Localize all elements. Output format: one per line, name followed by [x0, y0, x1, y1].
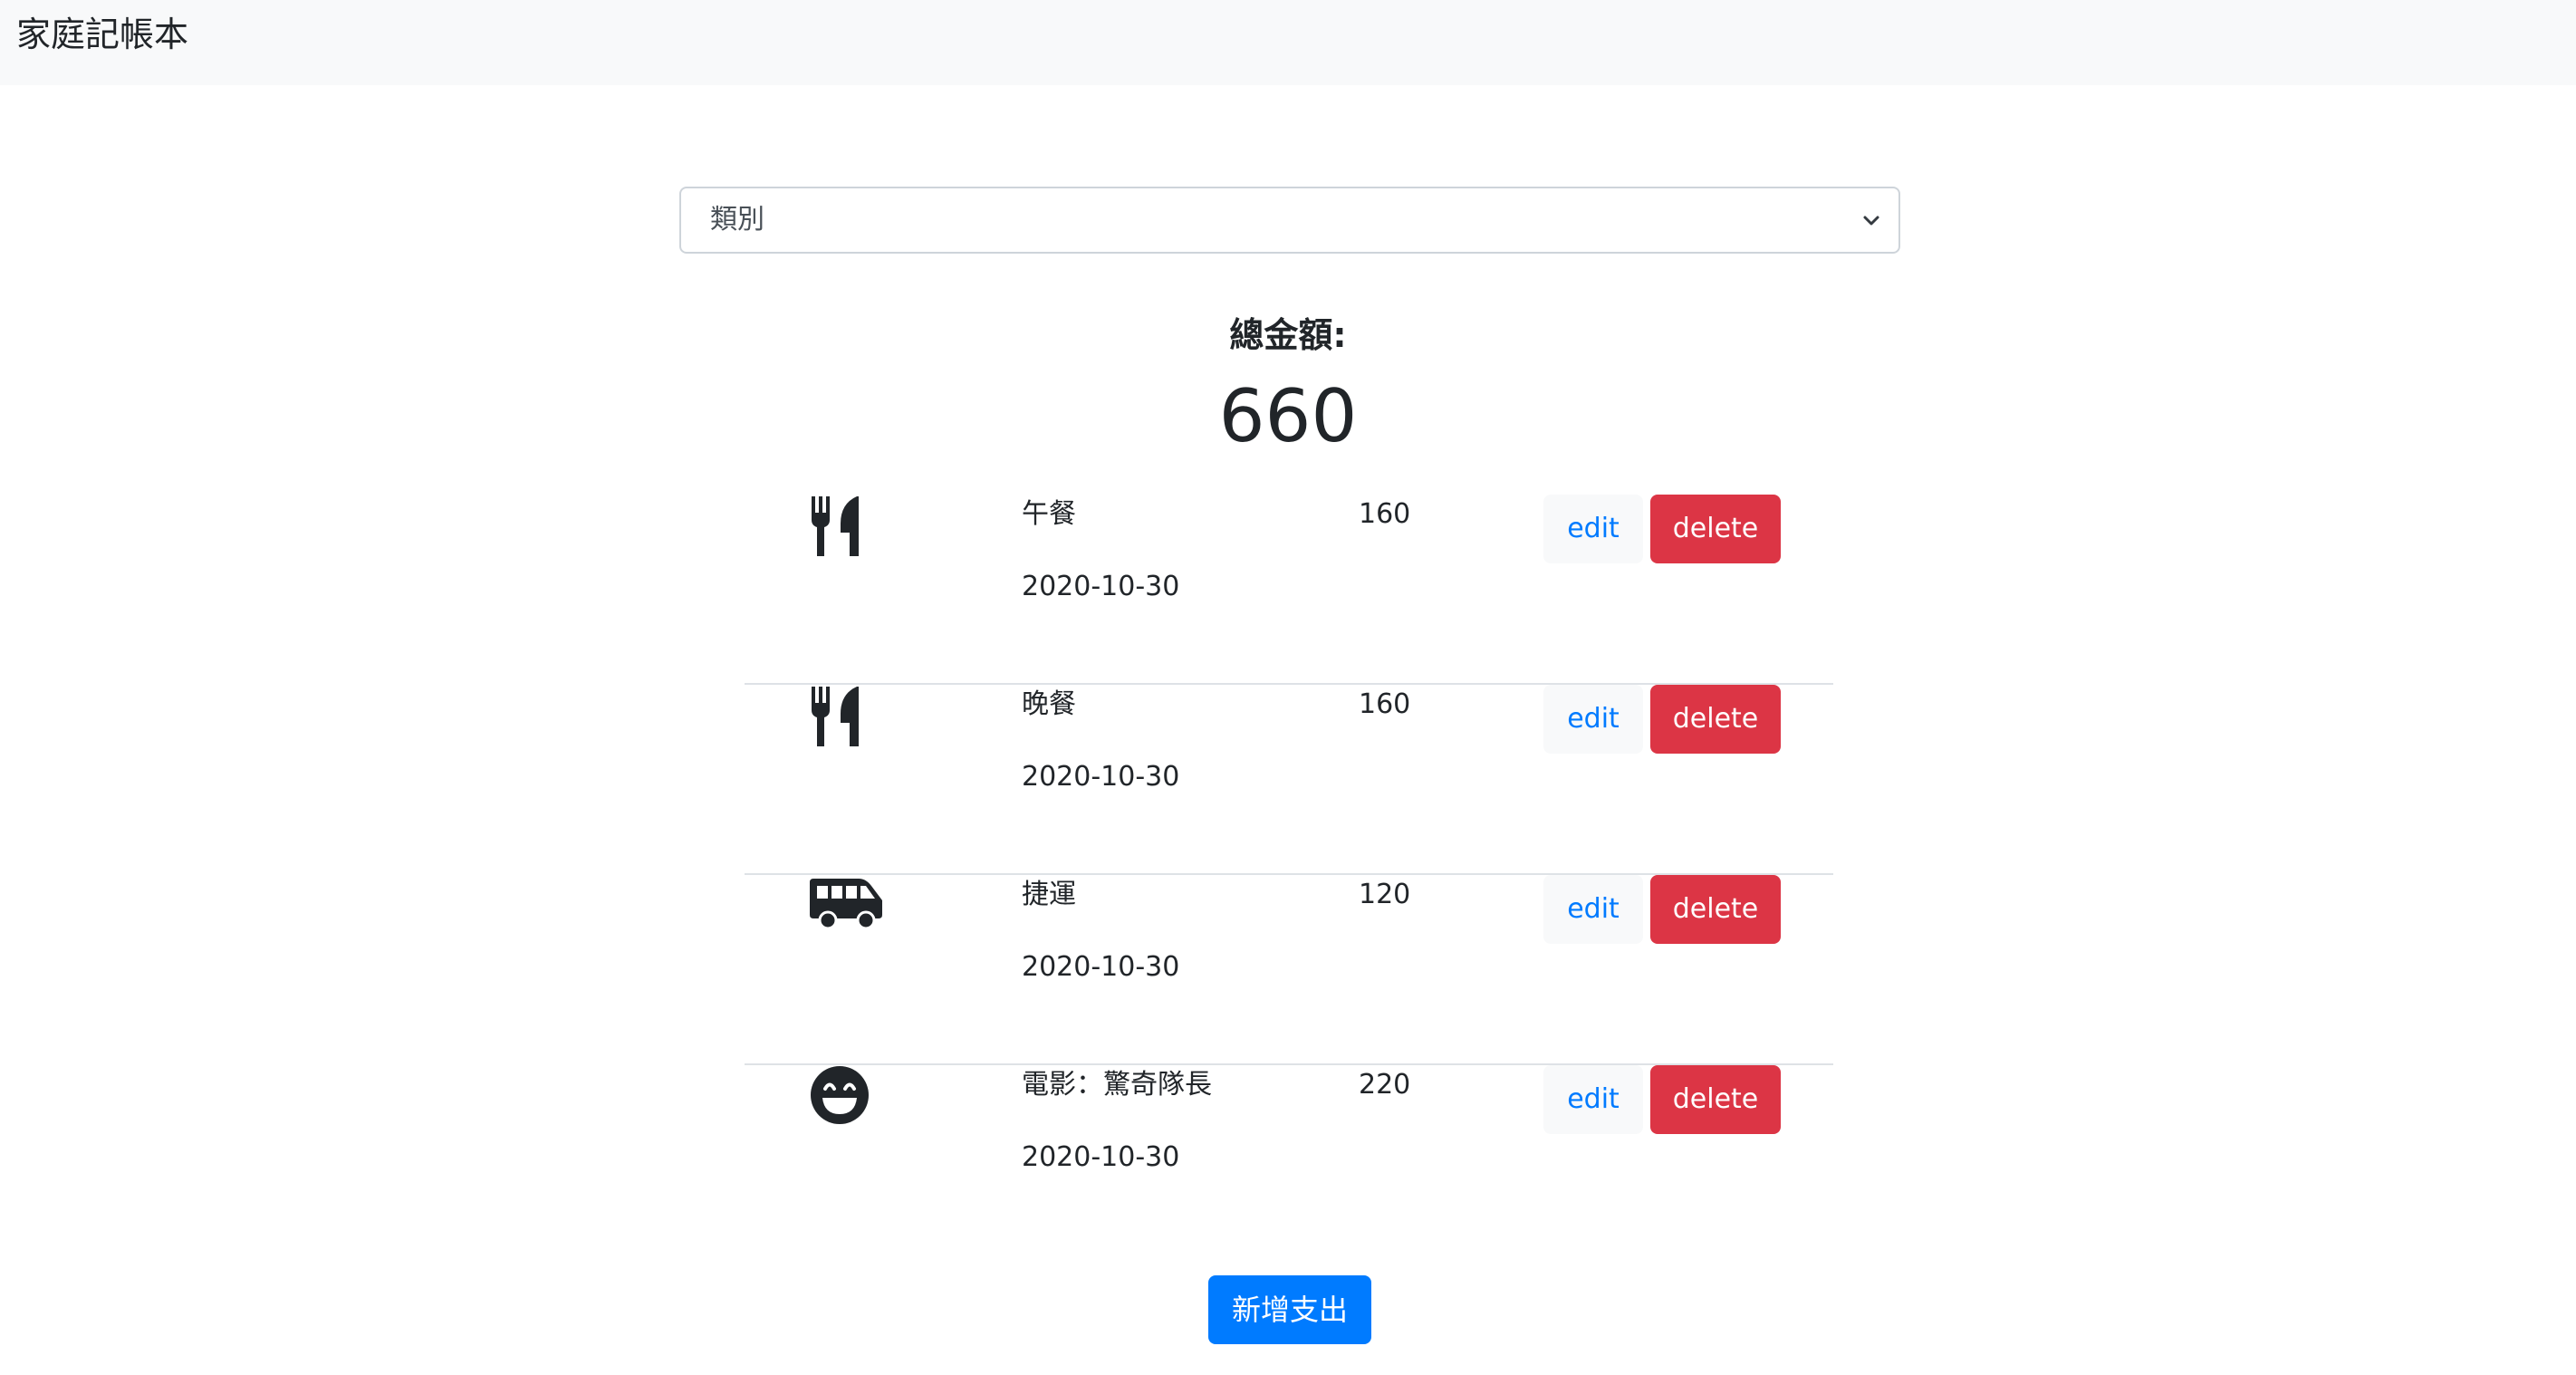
record-date: 2020-10-30 [1022, 951, 1180, 983]
category-select-value: 類別 [710, 204, 764, 236]
record-amount: 120 [1359, 879, 1411, 910]
add-expense-button[interactable]: 新增支出 [1208, 1275, 1371, 1344]
record-amount: 160 [1359, 498, 1411, 530]
total-amount: 660 [1218, 374, 1358, 458]
edit-button[interactable]: edit [1543, 875, 1643, 944]
edit-button[interactable]: edit [1543, 495, 1643, 563]
category-select[interactable]: 類別 [679, 187, 1900, 254]
navbar-brand[interactable]: 家庭記帳本 [16, 9, 188, 60]
record-item: 電影：驚奇隊長 220 2020-10-30 edit delete [745, 1065, 1833, 1255]
grin-beam-icon [810, 1065, 891, 1138]
record-amount: 160 [1359, 688, 1411, 720]
record-date: 2020-10-30 [1022, 1141, 1180, 1173]
total-label: 總金額: [1229, 315, 1347, 355]
record-item: 午餐 160 2020-10-30 edit delete [745, 495, 1833, 685]
record-date: 2020-10-30 [1022, 571, 1180, 602]
edit-button[interactable]: edit [1543, 1065, 1643, 1134]
delete-button[interactable]: delete [1650, 495, 1781, 563]
utensils-icon [810, 685, 891, 757]
utensils-icon [810, 495, 891, 567]
record-name: 電影：驚奇隊長 [1022, 1069, 1212, 1101]
record-name: 晚餐 [1022, 688, 1076, 720]
record-amount: 220 [1359, 1069, 1411, 1101]
delete-button[interactable]: delete [1650, 875, 1781, 944]
record-item: 晚餐 160 2020-10-30 edit delete [745, 685, 1833, 875]
delete-button[interactable]: delete [1650, 685, 1781, 754]
record-name: 捷運 [1022, 879, 1076, 910]
chevron-down-icon [1862, 212, 1880, 230]
navbar: 家庭記帳本 [0, 0, 2576, 85]
delete-button[interactable]: delete [1650, 1065, 1781, 1134]
shuttle-van-icon [810, 875, 891, 947]
record-date: 2020-10-30 [1022, 761, 1180, 793]
edit-button[interactable]: edit [1543, 685, 1643, 754]
record-item: 捷運 120 2020-10-30 edit delete [745, 875, 1833, 1065]
record-name: 午餐 [1022, 498, 1076, 530]
